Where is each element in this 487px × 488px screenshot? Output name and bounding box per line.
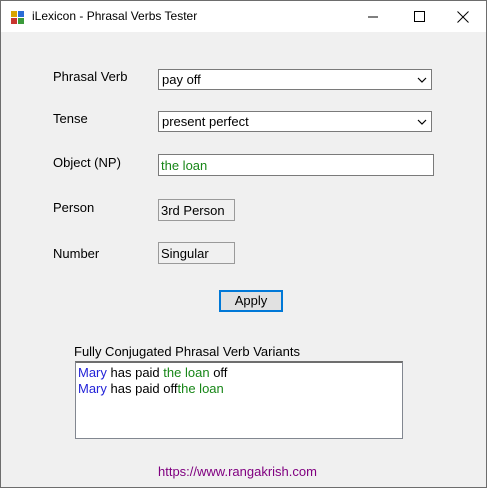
number-value: Singular [161, 246, 209, 261]
person-value: 3rd Person [161, 203, 225, 218]
variant-object: the loan [177, 381, 224, 396]
list-item[interactable]: Mary has paid offthe loan [78, 381, 224, 396]
object-input[interactable]: the loan [158, 154, 434, 176]
variants-list[interactable]: Mary has paid the loan off Mary has paid… [75, 361, 403, 439]
phrasal-verb-value: pay off [162, 72, 201, 87]
tense-select[interactable]: present perfect [158, 111, 432, 132]
object-value: the loan [161, 158, 208, 173]
close-button[interactable] [440, 1, 486, 32]
phrasal-verb-label: Phrasal Verb [53, 69, 128, 84]
window-title: iLexicon - Phrasal Verbs Tester [32, 9, 198, 23]
chevron-down-icon [417, 119, 427, 125]
person-field: 3rd Person [158, 199, 235, 221]
variant-verb: has paid off [110, 381, 178, 396]
variant-particle: off [213, 365, 228, 380]
apply-button[interactable]: Apply [219, 290, 283, 312]
tense-label: Tense [53, 111, 88, 126]
chevron-down-icon [417, 77, 427, 83]
list-item[interactable]: Mary has paid the loan off [78, 365, 227, 380]
variant-object: the loan [163, 365, 210, 380]
close-icon [457, 10, 469, 23]
minimize-button[interactable] [350, 1, 396, 32]
variants-label: Fully Conjugated Phrasal Verb Variants [74, 344, 300, 359]
tense-value: present perfect [162, 114, 249, 129]
phrasal-verb-select[interactable]: pay off [158, 69, 432, 90]
number-field: Singular [158, 242, 235, 264]
title-bar[interactable]: iLexicon - Phrasal Verbs Tester [1, 1, 486, 32]
variant-subject: Mary [78, 365, 107, 380]
object-label: Object (NP) [53, 155, 121, 170]
app-icon [11, 11, 24, 24]
minimize-icon [368, 16, 378, 17]
maximize-button[interactable] [396, 1, 442, 32]
variant-verb: has paid [110, 365, 160, 380]
number-label: Number [53, 246, 100, 261]
website-link[interactable]: https://www.rangakrish.com [158, 464, 317, 479]
variant-subject: Mary [78, 381, 107, 396]
maximize-icon [413, 11, 425, 22]
main-window: iLexicon - Phrasal Verbs Tester Phrasal … [0, 0, 487, 488]
person-label: Person [53, 200, 95, 215]
